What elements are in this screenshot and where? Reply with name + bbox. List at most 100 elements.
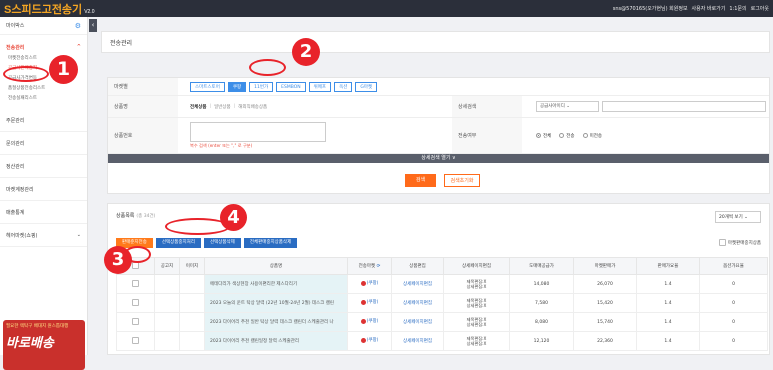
delete-selected-button[interactable]: 선택상품삭제	[203, 238, 241, 248]
row-product-name[interactable]: 2023 다이어리 추천 일반 탁상 달력 데스크 캘린더 스케줄관리 나	[204, 312, 348, 332]
row-market-label[interactable]: (쿠팡)	[367, 280, 379, 286]
row-checkbox[interactable]	[132, 279, 139, 287]
list-count: (총 34건)	[136, 214, 156, 219]
promo-banner[interactable]: 필요한 렉탁구 배대지 원스톱대행 바로배송	[3, 320, 85, 370]
row-product-name[interactable]: 에테다리가 색상현장 사용이편리한 제스다리기	[204, 274, 348, 294]
market-button-gmarket[interactable]: G마켓	[355, 81, 378, 92]
row-detail-edit: 제목편집:X 상세편집:X	[443, 312, 510, 332]
user-info[interactable]: sns@570165(오가현님) 회원정보	[613, 5, 688, 12]
market-button-auction[interactable]: 옥션	[334, 81, 353, 92]
table-row[interactable]: 2023 오늘의 운트 탁상 달력 (22년 10월-24년 2월) 데스크 캘…	[116, 293, 768, 313]
send-opt-all-label: 전체	[543, 133, 552, 139]
row-edit-link[interactable]: 상세페이지편집	[403, 282, 432, 287]
app-logo[interactable]: S스피드고전송기 V2.0	[4, 1, 94, 17]
product-opt-overseas[interactable]: 해외직배송상품	[238, 104, 267, 110]
send-opt-sent[interactable]: 전송	[559, 132, 575, 139]
step-marker-4: 4	[220, 204, 247, 231]
expand-detail-button[interactable]: 상세검색 열기 ∨	[108, 154, 769, 163]
row-edit-cell: 상세페이지편집	[391, 312, 444, 332]
sidebar-sub-soldout-list[interactable]: 품절상품전송리스트	[0, 84, 87, 94]
market-button-coupang[interactable]: 쿠팡	[227, 81, 247, 92]
sidebar-collapse-button[interactable]: ‹	[89, 19, 97, 32]
top-link-shortcut[interactable]: 사용자 바로가기	[692, 5, 726, 12]
row-product-name[interactable]: 2023 다이어리 추천 캘린일정 달력 스케줄관리	[204, 331, 348, 351]
table-row[interactable]: 에테다리가 색상현장 사용이편리한 제스다리기 (쿠팡) 상세페이지편집 제목편집:X…	[116, 274, 768, 294]
sidebar-item-settlement[interactable]: 정산관리	[0, 155, 87, 178]
detail-input[interactable]	[602, 101, 766, 112]
row-select-cell[interactable]	[116, 331, 155, 351]
sold-stop-label: 마켓판매중지상품	[727, 240, 761, 246]
row-market-label[interactable]: (쿠팡)	[367, 337, 379, 343]
col-edit: 상품편집	[391, 257, 444, 275]
highlight-ring-select-all	[124, 246, 151, 263]
row-supply-price: 8,080	[509, 312, 574, 332]
sidebar-sub-fail-list[interactable]: 전송실패리스트	[0, 94, 87, 104]
row-select-cell[interactable]	[116, 312, 155, 332]
sidebar-item-market-account[interactable]: 마켓계정관리	[0, 178, 87, 201]
row-select-cell[interactable]	[116, 293, 155, 313]
col-opt-rate: 옵션가요율	[699, 257, 768, 275]
code-row: 상품번호 복수 검색 (enter 또는 "," 로 구분) 전송여부 전체 전…	[108, 118, 769, 154]
market-row: 마켓별 스마트스토어 쿠팡 11번가 ESMBON 위메프 옥션 G마켓	[108, 78, 769, 96]
checkbox-icon[interactable]	[718, 239, 726, 246]
sidebar-item-label: 정산관리	[6, 163, 25, 170]
product-opt-normal[interactable]: 일반상품	[214, 104, 231, 110]
col-rate: 판매가요율	[636, 257, 700, 275]
settings-icon[interactable]: ⚙	[75, 22, 81, 30]
row-checkbox[interactable]	[132, 298, 139, 306]
row-market-label[interactable]: (쿠팡)	[367, 318, 379, 324]
row-product-name[interactable]: 2023 오늘의 운트 탁상 달력 (22년 10월-24년 2월) 데스크 캘…	[204, 293, 348, 313]
market-button-smartstore[interactable]: 스마트스토어	[190, 81, 225, 92]
per-page-select[interactable]: 20개씩 보기 ⌄	[715, 211, 761, 223]
refresh-icon[interactable]: ⟳	[377, 264, 381, 269]
sidebar-item-mypage[interactable]: 마이박스 ⚙	[0, 17, 87, 35]
col-price: 마켓판매가	[573, 257, 637, 275]
market-button-11st[interactable]: 11번가	[249, 81, 274, 92]
top-link-logout[interactable]: 로그아웃	[751, 5, 769, 12]
sidebar-item-hair-market[interactable]: 헤어마켓(쇼핑) ⌄	[0, 224, 87, 247]
market-button-wemakeprice[interactable]: 위메프	[308, 81, 332, 92]
top-bar: S스피드고전송기 V2.0 sns@570165(오가현님) 회원정보 사용자 …	[0, 0, 773, 17]
delete-all-stopped-button[interactable]: 전체판매중지상품삭제	[243, 238, 298, 248]
version-label: V2.0	[84, 8, 95, 15]
row-rate: 1.4	[636, 312, 700, 332]
row-market: (쿠팡)	[347, 274, 392, 294]
row-checkbox[interactable]	[132, 317, 139, 325]
row-select-cell[interactable]	[116, 274, 155, 294]
row-supply-price: 7,580	[509, 293, 574, 313]
logo-text: S스피드고전송기	[4, 3, 83, 16]
product-opt-all[interactable]: 전체상품	[190, 104, 207, 110]
row-edit-link[interactable]: 상세페이지편집	[403, 339, 432, 344]
reset-button[interactable]: 검색초기화	[444, 174, 480, 187]
sidebar-item-label: 헤어마켓(쇼핑)	[6, 232, 38, 239]
code-hint: 복수 검색 (enter 또는 "," 로 구분)	[190, 143, 253, 148]
table-row[interactable]: 2023 다이어리 추천 캘린일정 달력 스케줄관리 (쿠팡) 상세페이지편집 제목편…	[116, 331, 768, 351]
row-opt-rate: 0	[699, 312, 768, 332]
per-page-value: 20개씩 보기	[719, 215, 743, 220]
sidebar-item-label: 주문관리	[6, 117, 25, 124]
top-link-inquiry[interactable]: 1:1문의	[729, 5, 746, 12]
divider: |	[233, 104, 236, 109]
sidebar-item-orders[interactable]: 주문관리	[0, 109, 87, 132]
market-button-esm[interactable]: ESMBON	[276, 81, 306, 92]
row-checkbox[interactable]	[132, 336, 139, 344]
row-market-label[interactable]: (쿠팡)	[367, 299, 379, 305]
col-image: 이미지	[179, 257, 205, 275]
send-opt-unsent[interactable]: 미전송	[582, 132, 602, 139]
row-market-price: 15,420	[573, 293, 637, 313]
detail-select[interactable]: 공급사아이디 ⌄	[536, 101, 599, 112]
row-edit-link[interactable]: 상세페이지편집	[403, 320, 432, 325]
search-button[interactable]: 검색	[405, 174, 436, 187]
sidebar-item-transfer[interactable]: 전송관리 ^	[0, 40, 87, 54]
sidebar-item-label: 마이박스	[6, 23, 25, 29]
table-row[interactable]: 2023 다이어리 추천 일반 탁상 달력 데스크 캘린더 스케줄관리 나 (쿠팡…	[116, 312, 768, 332]
stop-selected-button[interactable]: 선택상품중지처리	[155, 238, 201, 248]
product-code-input[interactable]	[190, 122, 326, 142]
send-opt-all[interactable]: 전체	[536, 132, 552, 139]
sidebar-item-inquiry[interactable]: 문의관리	[0, 132, 87, 155]
row-edit-link[interactable]: 상세페이지편집	[403, 301, 432, 306]
row-rate: 1.4	[636, 274, 700, 294]
banner-brand: 바로배송	[6, 336, 54, 351]
sold-stop-filter[interactable]: 마켓판매중지상품	[718, 239, 761, 246]
sidebar-item-stats[interactable]: 매출통계	[0, 201, 87, 224]
